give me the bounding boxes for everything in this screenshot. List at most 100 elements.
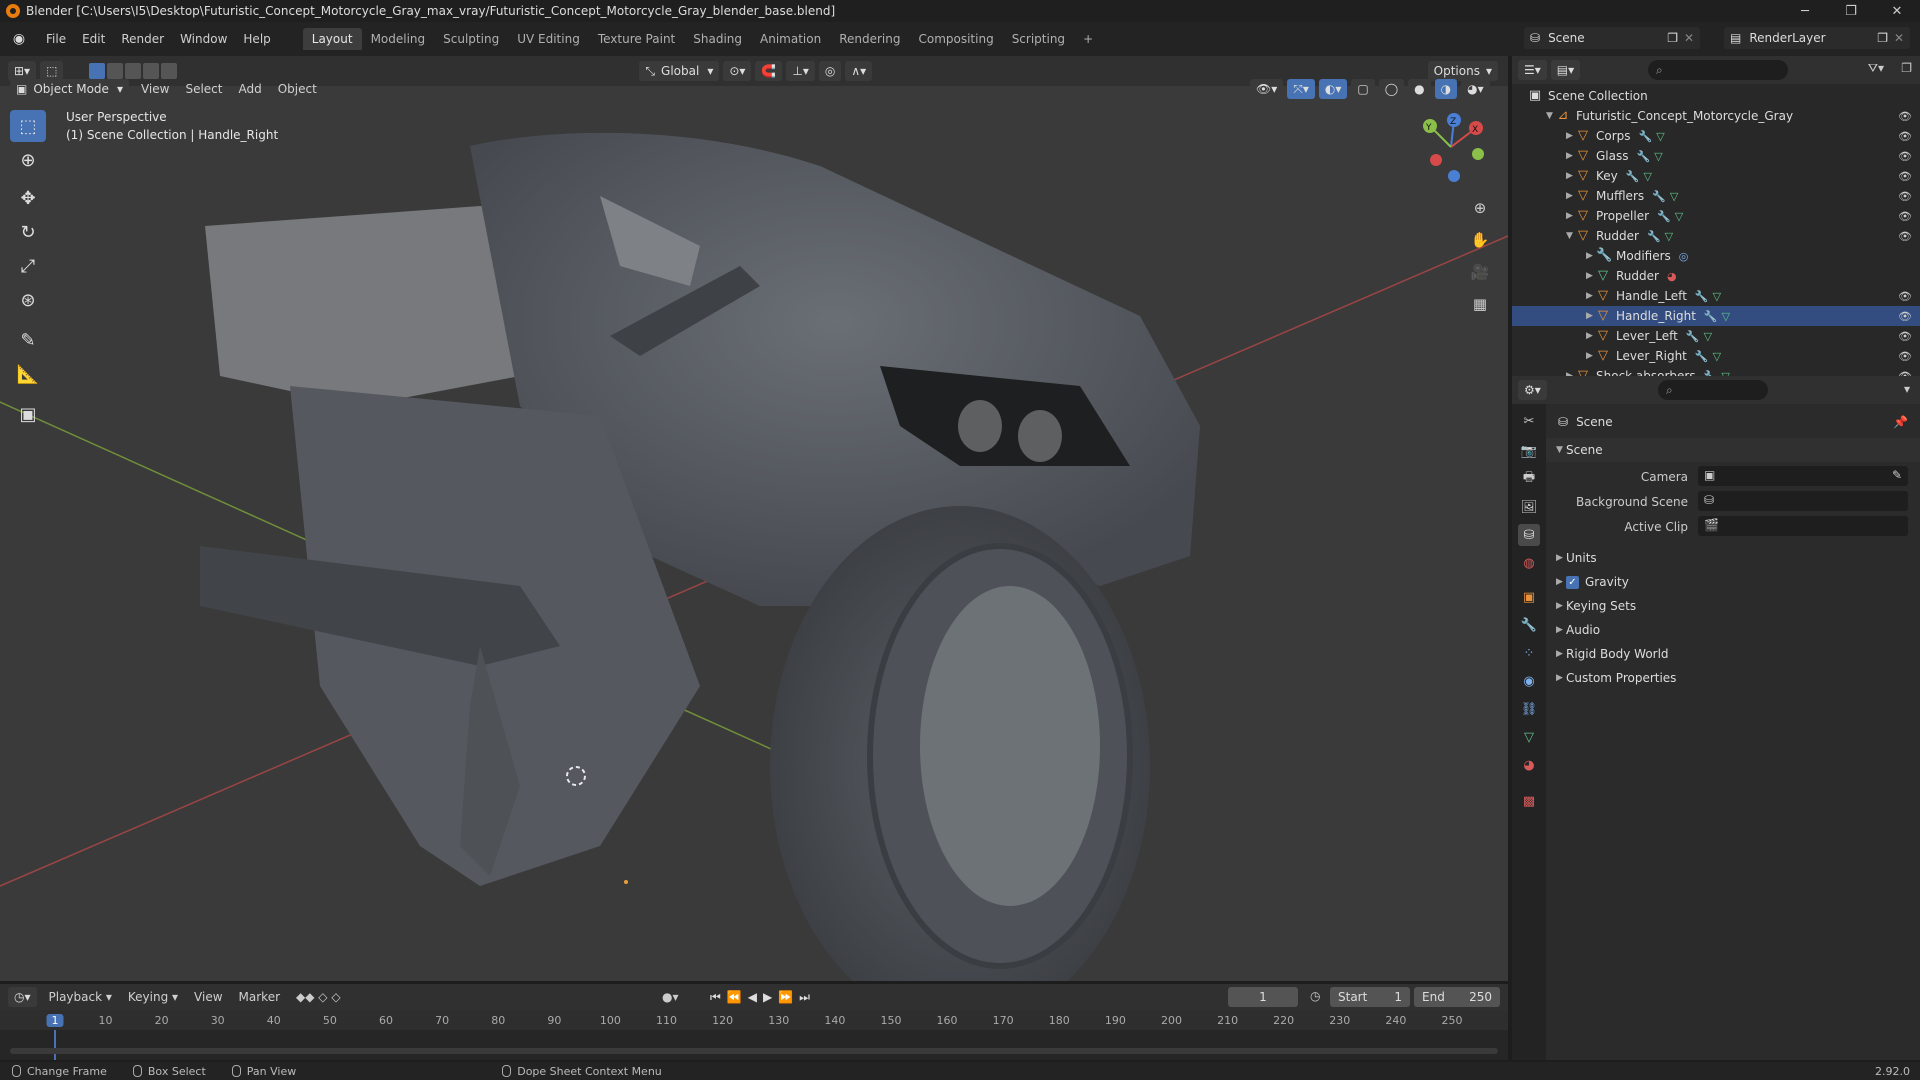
visibility-eye-icon[interactable]: 👁: [1898, 350, 1912, 363]
select-invert-icon[interactable]: [143, 63, 160, 79]
expand-icon[interactable]: ▶: [1566, 191, 1576, 201]
modifier-icon[interactable]: 🔧: [1637, 150, 1651, 163]
start-frame-field[interactable]: Start 1: [1330, 987, 1410, 1007]
visibility-eye-icon[interactable]: 👁: [1898, 190, 1912, 203]
visibility-eye-icon[interactable]: 👁: [1898, 330, 1912, 343]
measure-tool[interactable]: 📐: [10, 358, 46, 390]
expand-icon[interactable]: ▶: [1566, 211, 1576, 221]
zoom-icon[interactable]: ⊕: [1466, 194, 1494, 222]
visibility-eye-icon[interactable]: 👁: [1898, 210, 1912, 223]
tool-tab-icon[interactable]: ✂: [1518, 410, 1540, 432]
output-tab-icon[interactable]: 🖶: [1518, 468, 1540, 490]
data-tab-icon[interactable]: ▽: [1518, 726, 1540, 748]
timeline-scrollbar[interactable]: [10, 1048, 1498, 1054]
xray-toggle-icon[interactable]: ▢: [1351, 79, 1375, 99]
menu-window[interactable]: Window: [172, 32, 235, 46]
mesh-data-icon[interactable]: ▽: [1722, 310, 1730, 323]
shading-material-icon[interactable]: ◑: [1434, 79, 1458, 99]
visibility-eye-icon[interactable]: 👁: [1898, 110, 1912, 123]
outliner-display-mode-icon[interactable]: ▤▾: [1550, 60, 1581, 80]
view-layer-tab-icon[interactable]: 🖼: [1518, 496, 1540, 518]
viewport-menu-select[interactable]: Select: [177, 82, 230, 96]
ortho-grid-icon[interactable]: ▦: [1466, 290, 1494, 318]
close-button[interactable]: ✕: [1874, 0, 1920, 22]
collapse-icon[interactable]: ▼: [1546, 111, 1556, 121]
outliner-row[interactable]: ▶ ▽ Handle_Left 🔧 ▽ 👁: [1512, 286, 1920, 306]
outliner-row[interactable]: ▶ ▽ Mufflers 🔧 ▽ 👁: [1512, 186, 1920, 206]
material-tab-icon[interactable]: ◕: [1518, 754, 1540, 776]
menu-render[interactable]: Render: [113, 32, 172, 46]
expand-icon[interactable]: ▶: [1586, 351, 1596, 361]
expand-icon[interactable]: ▶: [1566, 131, 1576, 141]
blender-menu-icon[interactable]: ◉: [10, 30, 28, 48]
rigid-body-world-panel[interactable]: ▶ Rigid Body World: [1546, 642, 1920, 666]
mesh-data-icon[interactable]: ▽: [1654, 150, 1662, 163]
custom-properties-panel[interactable]: ▶ Custom Properties: [1546, 666, 1920, 690]
object-tab-icon[interactable]: ▣: [1518, 586, 1540, 608]
material-icon[interactable]: ◕: [1667, 270, 1677, 283]
properties-options-icon[interactable]: ▾: [1904, 382, 1910, 396]
outliner-scene-collection[interactable]: ▣ Scene Collection: [1512, 86, 1920, 106]
tab-scripting[interactable]: Scripting: [1003, 28, 1074, 50]
eyedropper-icon[interactable]: ✎: [1892, 468, 1902, 482]
visibility-icon[interactable]: 👁▾: [1250, 79, 1284, 99]
mesh-data-icon[interactable]: ▽: [1713, 290, 1721, 303]
add-cube-tool[interactable]: ▣: [10, 398, 46, 430]
keyframe-icons[interactable]: ◆◆ ◇ ◇: [296, 990, 341, 1004]
physics-tab-icon[interactable]: ◉: [1518, 670, 1540, 692]
scene-tab-icon[interactable]: ⛁: [1518, 524, 1540, 546]
current-frame-field[interactable]: 1: [1228, 987, 1298, 1007]
outliner-row[interactable]: ▶ ▽ Lever_Left 🔧 ▽ 👁: [1512, 326, 1920, 346]
mesh-data-icon[interactable]: ▽: [1704, 330, 1712, 343]
visibility-eye-icon[interactable]: 👁: [1898, 310, 1912, 323]
timeline-menu-keying[interactable]: Keying ▾: [120, 990, 186, 1004]
modifier-type-icon[interactable]: ◎: [1679, 250, 1689, 263]
timeline-menu-playback[interactable]: Playback ▾: [41, 990, 120, 1004]
tab-animation[interactable]: Animation: [751, 28, 830, 50]
visibility-eye-icon[interactable]: 👁: [1898, 170, 1912, 183]
tab-texture-paint[interactable]: Texture Paint: [589, 28, 684, 50]
shading-solid-icon[interactable]: ●: [1408, 79, 1431, 99]
expand-icon[interactable]: ▶: [1586, 311, 1596, 321]
scene-copy-icon[interactable]: ❐: [1667, 31, 1678, 45]
mesh-data-icon[interactable]: ▽: [1670, 190, 1678, 203]
shading-rendered-icon[interactable]: ◕▾: [1461, 79, 1490, 99]
expand-icon[interactable]: ▶: [1566, 171, 1576, 181]
renderlayer-selector[interactable]: ▤ RenderLayer ❐ ✕: [1724, 27, 1910, 49]
preview-range-icon[interactable]: ◷: [1310, 989, 1320, 1003]
viewport-menu-object[interactable]: Object: [270, 82, 325, 96]
texture-tab-icon[interactable]: ▩: [1518, 790, 1540, 812]
modifier-icon[interactable]: 🔧: [1695, 350, 1709, 363]
gizmo-toggle-icon[interactable]: ⤧▾: [1287, 79, 1315, 99]
pin-icon[interactable]: 📌: [1893, 415, 1908, 429]
end-frame-field[interactable]: End 250: [1414, 987, 1500, 1007]
outliner-row[interactable]: ▼ ⊿ Futuristic_Concept_Motorcycle_Gray 👁: [1512, 106, 1920, 126]
outliner-row[interactable]: ▶ ▽ Key 🔧 ▽ 👁: [1512, 166, 1920, 186]
audio-panel[interactable]: ▶ Audio: [1546, 618, 1920, 642]
collapse-icon[interactable]: ▼: [1566, 231, 1576, 241]
modifier-icon[interactable]: 🔧: [1695, 290, 1709, 303]
tab-shading[interactable]: Shading: [684, 28, 751, 50]
select-extend-icon[interactable]: [107, 63, 124, 79]
expand-icon[interactable]: ▶: [1586, 251, 1596, 261]
cursor-tool[interactable]: ⊕: [10, 144, 46, 176]
timeline-editor-type-icon[interactable]: ◷▾: [8, 987, 37, 1007]
viewport-menu-add[interactable]: Add: [230, 82, 269, 96]
navigation-gizmo[interactable]: Z Y X: [1416, 112, 1486, 182]
modifier-icon[interactable]: 🔧: [1626, 170, 1640, 183]
modifiers-tab-icon[interactable]: 🔧: [1518, 614, 1540, 636]
mode-dropdown[interactable]: ▣ Object Mode ▾: [10, 79, 129, 99]
visibility-eye-icon[interactable]: 👁: [1898, 150, 1912, 163]
active-clip-field[interactable]: 🎬: [1698, 516, 1908, 536]
expand-icon[interactable]: ▶: [1566, 151, 1576, 161]
modifier-icon[interactable]: 🔧: [1647, 230, 1661, 243]
modifier-icon[interactable]: 🔧: [1686, 330, 1700, 343]
outliner-search-input[interactable]: ⌕: [1648, 60, 1788, 80]
menu-edit[interactable]: Edit: [74, 32, 113, 46]
mesh-data-icon[interactable]: ▽: [1656, 130, 1664, 143]
outliner-row[interactable]: ▶ ▽ Propeller 🔧 ▽ 👁: [1512, 206, 1920, 226]
outliner-row[interactable]: ▶ ▽ Glass 🔧 ▽ 👁: [1512, 146, 1920, 166]
modifier-icon[interactable]: 🔧: [1639, 130, 1653, 143]
visibility-eye-icon[interactable]: 👁: [1898, 290, 1912, 303]
timeline-menu-marker[interactable]: Marker: [231, 990, 288, 1004]
